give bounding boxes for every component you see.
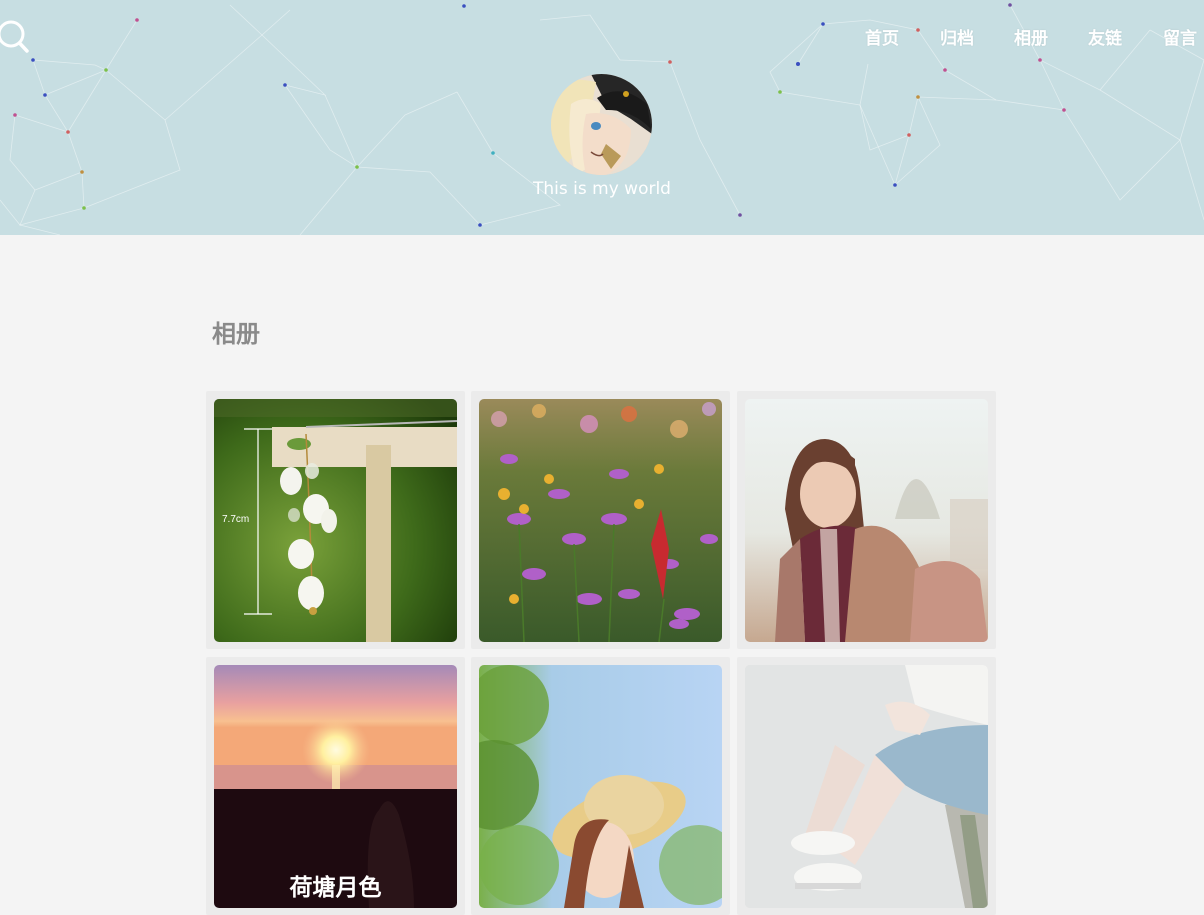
- nav-home[interactable]: 首页: [865, 24, 899, 49]
- nav-album[interactable]: 相册: [1014, 24, 1048, 49]
- album-photo[interactable]: 荷塘月色: [214, 665, 457, 908]
- top-nav: 首页 归档 相册 友链 留言: [0, 24, 1204, 54]
- album-card-sunset[interactable]: 荷塘月色: [206, 657, 465, 915]
- nav-archive[interactable]: 归档: [940, 24, 974, 49]
- site-motto: This is my world: [533, 179, 671, 199]
- album-photo[interactable]: [745, 665, 988, 908]
- album-photo[interactable]: 7.7cm: [214, 399, 457, 642]
- photo-caption: 荷塘月色: [289, 875, 382, 901]
- page-title: 相册: [212, 320, 260, 348]
- measure-label: 7.7cm: [222, 514, 249, 525]
- header-banner: 首页 归档 相册 友链 留言 This is my world: [0, 0, 1204, 235]
- album-card-earring[interactable]: 7.7cm: [206, 391, 465, 649]
- nav-guestbook[interactable]: 留言: [1163, 24, 1197, 49]
- album-photo[interactable]: [479, 399, 722, 642]
- album-card-flowers[interactable]: [471, 391, 730, 649]
- avatar[interactable]: [551, 74, 652, 175]
- album-photo[interactable]: [745, 399, 988, 642]
- album-card-scarf-girl[interactable]: [737, 391, 996, 649]
- album-card-straw-hat[interactable]: [471, 657, 730, 915]
- album-card-sneakers[interactable]: [737, 657, 996, 915]
- album-photo[interactable]: [479, 665, 722, 908]
- nav-friend-links[interactable]: 友链: [1088, 24, 1122, 49]
